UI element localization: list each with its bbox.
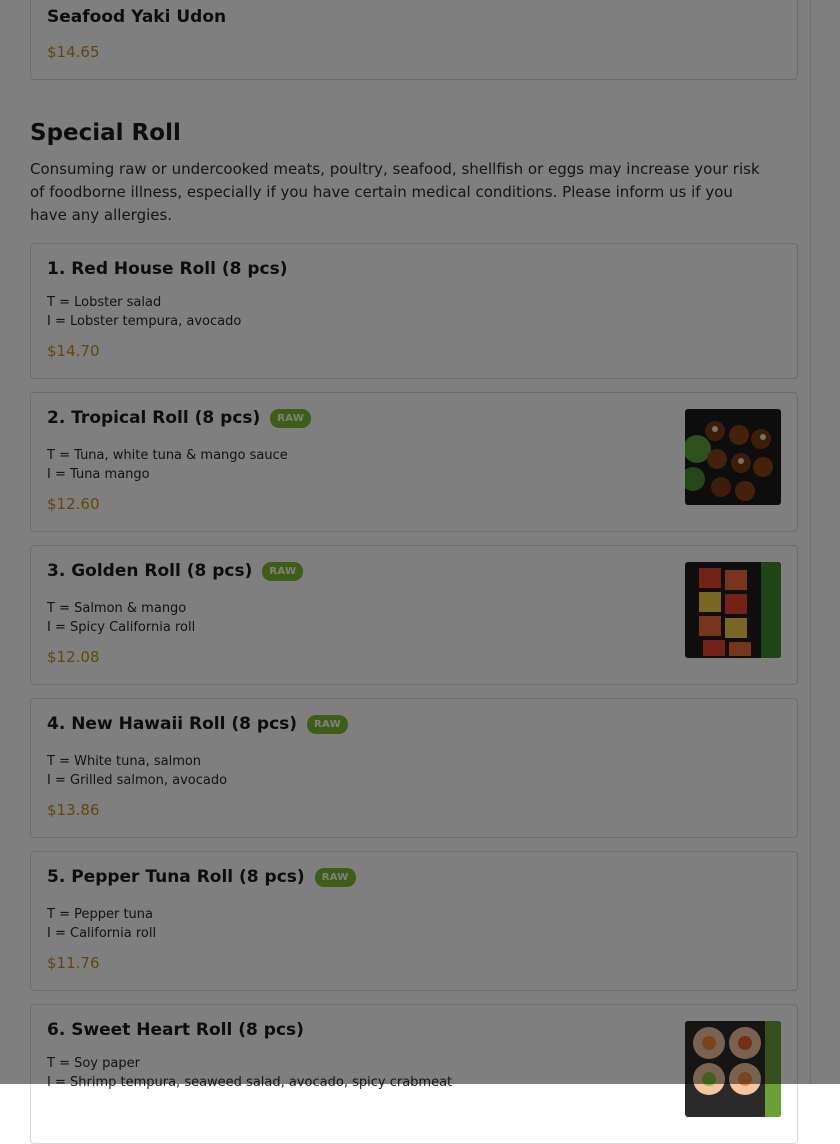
menu-item-topping: T = Salmon & mango xyxy=(47,601,187,616)
menu-item-price: $14.65 xyxy=(47,43,100,61)
menu-item-description: T = Salmon & mango I = Spicy California … xyxy=(47,599,195,637)
menu-item-topping: T = Soy paper xyxy=(47,1056,140,1071)
menu-item-card-pepper-tuna-roll[interactable]: 5. Pepper Tuna Roll (8 pcs) RAW T = Pepp… xyxy=(30,851,798,991)
menu-item-description: T = Pepper tuna I = California roll xyxy=(47,905,156,943)
menu-item-price: $13.86 xyxy=(47,801,100,819)
menu-item-topping: T = Pepper tuna xyxy=(47,907,153,922)
menu-item-card-sweet-heart-roll[interactable]: 6. Sweet Heart Roll (8 pcs) T = Soy pape… xyxy=(30,1004,798,1144)
menu-item-price: $14.70 xyxy=(47,342,100,360)
menu-item-card-tropical-roll[interactable]: 2. Tropical Roll (8 pcs) RAW T = Tuna, w… xyxy=(30,392,798,532)
menu-item-name: 2. Tropical Roll (8 pcs) xyxy=(47,408,261,428)
menu-item-name: 5. Pepper Tuna Roll (8 pcs) xyxy=(47,867,305,887)
raw-badge: RAW xyxy=(307,714,348,734)
menu-item-photo[interactable] xyxy=(685,409,781,505)
menu-item-photo[interactable] xyxy=(685,562,781,658)
menu-item-inside: I = California roll xyxy=(47,926,157,941)
menu-item-name-row: 5. Pepper Tuna Roll (8 pcs) RAW xyxy=(47,867,356,887)
menu-item-description: T = White tuna, salmon I = Grilled salmo… xyxy=(47,752,227,790)
menu-item-name: 3. Golden Roll (8 pcs) xyxy=(47,561,253,581)
menu-item-price: $12.08 xyxy=(47,648,100,666)
menu-item-card-red-house-roll[interactable]: 1. Red House Roll (8 pcs) T = Lobster sa… xyxy=(30,243,798,379)
menu-page: Seafood Yaki Udon $14.65 Special Roll Co… xyxy=(0,0,840,1144)
menu-item-price: $12.60 xyxy=(47,495,100,513)
menu-item-topping: T = Lobster salad xyxy=(47,295,162,310)
menu-item-name: Seafood Yaki Udon xyxy=(47,7,227,27)
menu-item-card-seafood-yaki-udon[interactable]: Seafood Yaki Udon $14.65 xyxy=(30,0,798,80)
menu-item-inside: I = Grilled salmon, avocado xyxy=(47,773,228,788)
menu-item-topping: T = White tuna, salmon xyxy=(47,754,202,769)
raw-badge: RAW xyxy=(262,561,304,581)
menu-item-name: 1. Red House Roll (8 pcs) xyxy=(47,259,288,279)
raw-badge: RAW xyxy=(270,408,312,428)
menu-item-inside: I = Lobster tempura, avocado xyxy=(47,314,242,329)
menu-item-name-row: 2. Tropical Roll (8 pcs) RAW xyxy=(47,408,312,428)
menu-item-description: T = Lobster salad I = Lobster tempura, a… xyxy=(47,293,241,331)
scrollbar-track[interactable] xyxy=(810,0,840,1084)
menu-item-price: $11.76 xyxy=(47,954,100,972)
menu-item-name-row: 3. Golden Roll (8 pcs) RAW xyxy=(47,561,304,581)
menu-item-inside: I = Spicy California roll xyxy=(47,620,196,635)
menu-item-photo[interactable] xyxy=(685,1021,781,1117)
menu-item-inside: I = Tuna mango xyxy=(47,467,150,482)
menu-item-inside: I = Shrimp tempura, seaweed salad, avoca… xyxy=(47,1075,453,1090)
section-description: Consuming raw or undercooked meats, poul… xyxy=(30,160,760,224)
menu-item-topping: T = Tuna, white tuna & mango sauce xyxy=(47,448,288,463)
menu-item-description: T = Tuna, white tuna & mango sauce I = T… xyxy=(47,446,288,484)
raw-badge: RAW xyxy=(314,867,356,887)
section-title: Special Roll xyxy=(30,120,181,146)
menu-item-name-row: 4. New Hawaii Roll (8 pcs) RAW xyxy=(47,714,348,734)
menu-item-name: 6. Sweet Heart Roll (8 pcs) xyxy=(47,1020,304,1040)
menu-item-card-golden-roll[interactable]: 3. Golden Roll (8 pcs) RAW T = Salmon & … xyxy=(30,545,798,685)
menu-item-card-new-hawaii-roll[interactable]: 4. New Hawaii Roll (8 pcs) RAW T = White… xyxy=(30,698,798,838)
menu-item-description: T = Soy paper I = Shrimp tempura, seawee… xyxy=(47,1054,452,1092)
menu-item-name: 4. New Hawaii Roll (8 pcs) xyxy=(47,714,298,734)
